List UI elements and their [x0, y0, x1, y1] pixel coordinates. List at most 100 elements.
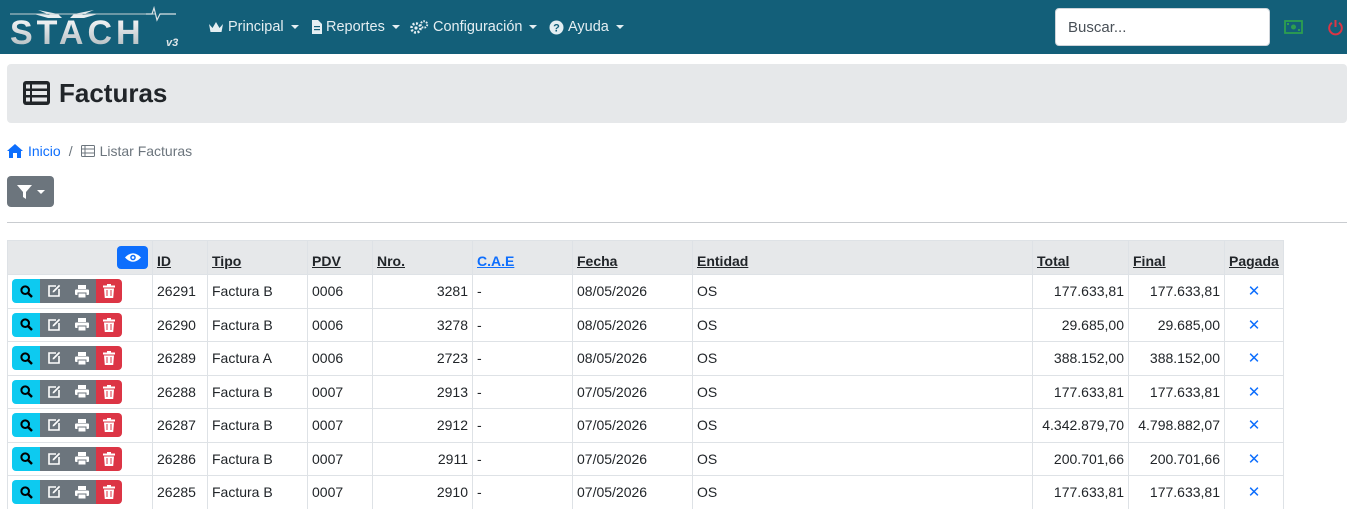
- row-action-group: [12, 446, 148, 471]
- table-row: 26288 Factura B 0007 2913 - 07/05/2026 O…: [7, 374, 1284, 409]
- edit-button[interactable]: [40, 379, 68, 404]
- edit-button[interactable]: [40, 279, 68, 304]
- cell-cae: -: [472, 408, 573, 443]
- breadcrumb: Inicio / Listar Facturas: [7, 142, 192, 160]
- view-button[interactable]: [12, 279, 40, 304]
- chevron-down-icon: [290, 25, 299, 29]
- col-header-fecha[interactable]: Fecha: [572, 240, 693, 275]
- toggle-columns-button[interactable]: [117, 246, 148, 269]
- col-header-final[interactable]: Final: [1128, 240, 1225, 275]
- edit-button[interactable]: [40, 446, 68, 471]
- view-button[interactable]: [12, 446, 40, 471]
- print-button[interactable]: [68, 346, 96, 371]
- col-header-entidad[interactable]: Entidad: [692, 240, 1033, 275]
- col-header-total-label: Total: [1037, 253, 1070, 269]
- question-circle-icon: ?: [549, 20, 564, 34]
- print-button[interactable]: [68, 446, 96, 471]
- cell-final: 200.701,66: [1128, 441, 1225, 476]
- view-button[interactable]: [12, 413, 40, 438]
- nav-principal[interactable]: Principal: [208, 17, 299, 37]
- view-button[interactable]: [12, 480, 40, 505]
- breadcrumb-separator: /: [68, 143, 73, 159]
- col-header-id[interactable]: ID: [152, 240, 208, 275]
- print-button[interactable]: [68, 379, 96, 404]
- edit-button[interactable]: [40, 346, 68, 371]
- print-button[interactable]: [68, 480, 96, 505]
- cell-fecha: 07/05/2026: [572, 475, 693, 509]
- col-header-total[interactable]: Total: [1032, 240, 1129, 275]
- nav-ayuda-label: Ayuda: [568, 19, 609, 35]
- filter-dropdown-button[interactable]: [7, 176, 54, 207]
- cell-pagada: ✕: [1224, 374, 1284, 409]
- nav-configuracion[interactable]: Configuración: [410, 17, 538, 37]
- edit-button[interactable]: [40, 413, 68, 438]
- print-button[interactable]: [68, 413, 96, 438]
- stach-logo[interactable]: STACH v3: [6, 4, 186, 50]
- col-header-tipo[interactable]: Tipo: [207, 240, 308, 275]
- eye-icon: [124, 253, 141, 262]
- breadcrumb-home-label: Inicio: [28, 143, 61, 159]
- col-header-fecha-label: Fecha: [577, 253, 618, 269]
- cell-nro: 2912: [372, 408, 473, 443]
- row-actions: [7, 408, 153, 443]
- top-navbar: STACH v3 Principal Reportes Configuració…: [0, 0, 1347, 54]
- print-button[interactable]: [68, 312, 96, 337]
- cell-cae: -: [472, 341, 573, 376]
- table-row: 26285 Factura B 0007 2910 - 07/05/2026 O…: [7, 475, 1284, 509]
- search-icon: [19, 452, 33, 466]
- print-icon: [75, 452, 89, 466]
- home-icon: [7, 144, 23, 158]
- view-button[interactable]: [12, 379, 40, 404]
- col-header-entidad-label: Entidad: [697, 253, 749, 269]
- not-paid-x-icon: ✕: [1247, 417, 1261, 435]
- print-button[interactable]: [68, 279, 96, 304]
- delete-button[interactable]: [96, 446, 122, 471]
- col-header-nro[interactable]: Nro.: [372, 240, 473, 275]
- delete-button[interactable]: [96, 379, 122, 404]
- delete-button[interactable]: [96, 346, 122, 371]
- edit-button[interactable]: [40, 312, 68, 337]
- row-actions: [7, 307, 153, 342]
- trash-icon: [103, 485, 115, 500]
- search-icon: [19, 385, 33, 399]
- col-header-nro-label: Nro.: [377, 253, 405, 269]
- nav-reportes[interactable]: Reportes: [311, 17, 400, 37]
- actions-header: [7, 240, 153, 275]
- col-header-cae[interactable]: C.A.E: [472, 240, 573, 275]
- cell-final: 4.798.882,07: [1128, 408, 1225, 443]
- cell-nro: 2910: [372, 475, 473, 509]
- cell-pdv: 0007: [307, 408, 373, 443]
- edit-icon: [48, 486, 61, 499]
- list-table-icon: [23, 81, 50, 105]
- delete-button[interactable]: [96, 413, 122, 438]
- cell-nro: 2911: [372, 441, 473, 476]
- edit-icon: [48, 385, 61, 398]
- cell-id: 26286: [152, 441, 208, 476]
- col-header-pagada[interactable]: Pagada: [1224, 240, 1284, 275]
- delete-button[interactable]: [96, 480, 122, 505]
- delete-button[interactable]: [96, 312, 122, 337]
- col-header-final-label: Final: [1133, 253, 1166, 269]
- money-bill-icon[interactable]: [1283, 17, 1303, 37]
- power-off-icon[interactable]: [1325, 17, 1345, 37]
- table-row: 26287 Factura B 0007 2912 - 07/05/2026 O…: [7, 408, 1284, 443]
- edit-button[interactable]: [40, 480, 68, 505]
- cell-fecha: 07/05/2026: [572, 374, 693, 409]
- breadcrumb-home-link[interactable]: Inicio: [7, 143, 61, 159]
- col-header-pdv-label: PDV: [312, 253, 341, 269]
- edit-icon: [48, 285, 61, 298]
- delete-button[interactable]: [96, 279, 122, 304]
- search-icon: [19, 318, 33, 332]
- cell-tipo: Factura B: [207, 374, 308, 409]
- edit-icon: [48, 419, 61, 432]
- row-actions: [7, 475, 153, 509]
- cell-pdv: 0006: [307, 341, 373, 376]
- view-button[interactable]: [12, 312, 40, 337]
- view-button[interactable]: [12, 346, 40, 371]
- row-actions: [7, 341, 153, 376]
- col-header-pdv[interactable]: PDV: [307, 240, 373, 275]
- cell-id: 26291: [152, 274, 208, 309]
- cell-tipo: Factura B: [207, 475, 308, 509]
- nav-ayuda[interactable]: ? Ayuda: [549, 17, 624, 37]
- search-input[interactable]: [1055, 8, 1270, 46]
